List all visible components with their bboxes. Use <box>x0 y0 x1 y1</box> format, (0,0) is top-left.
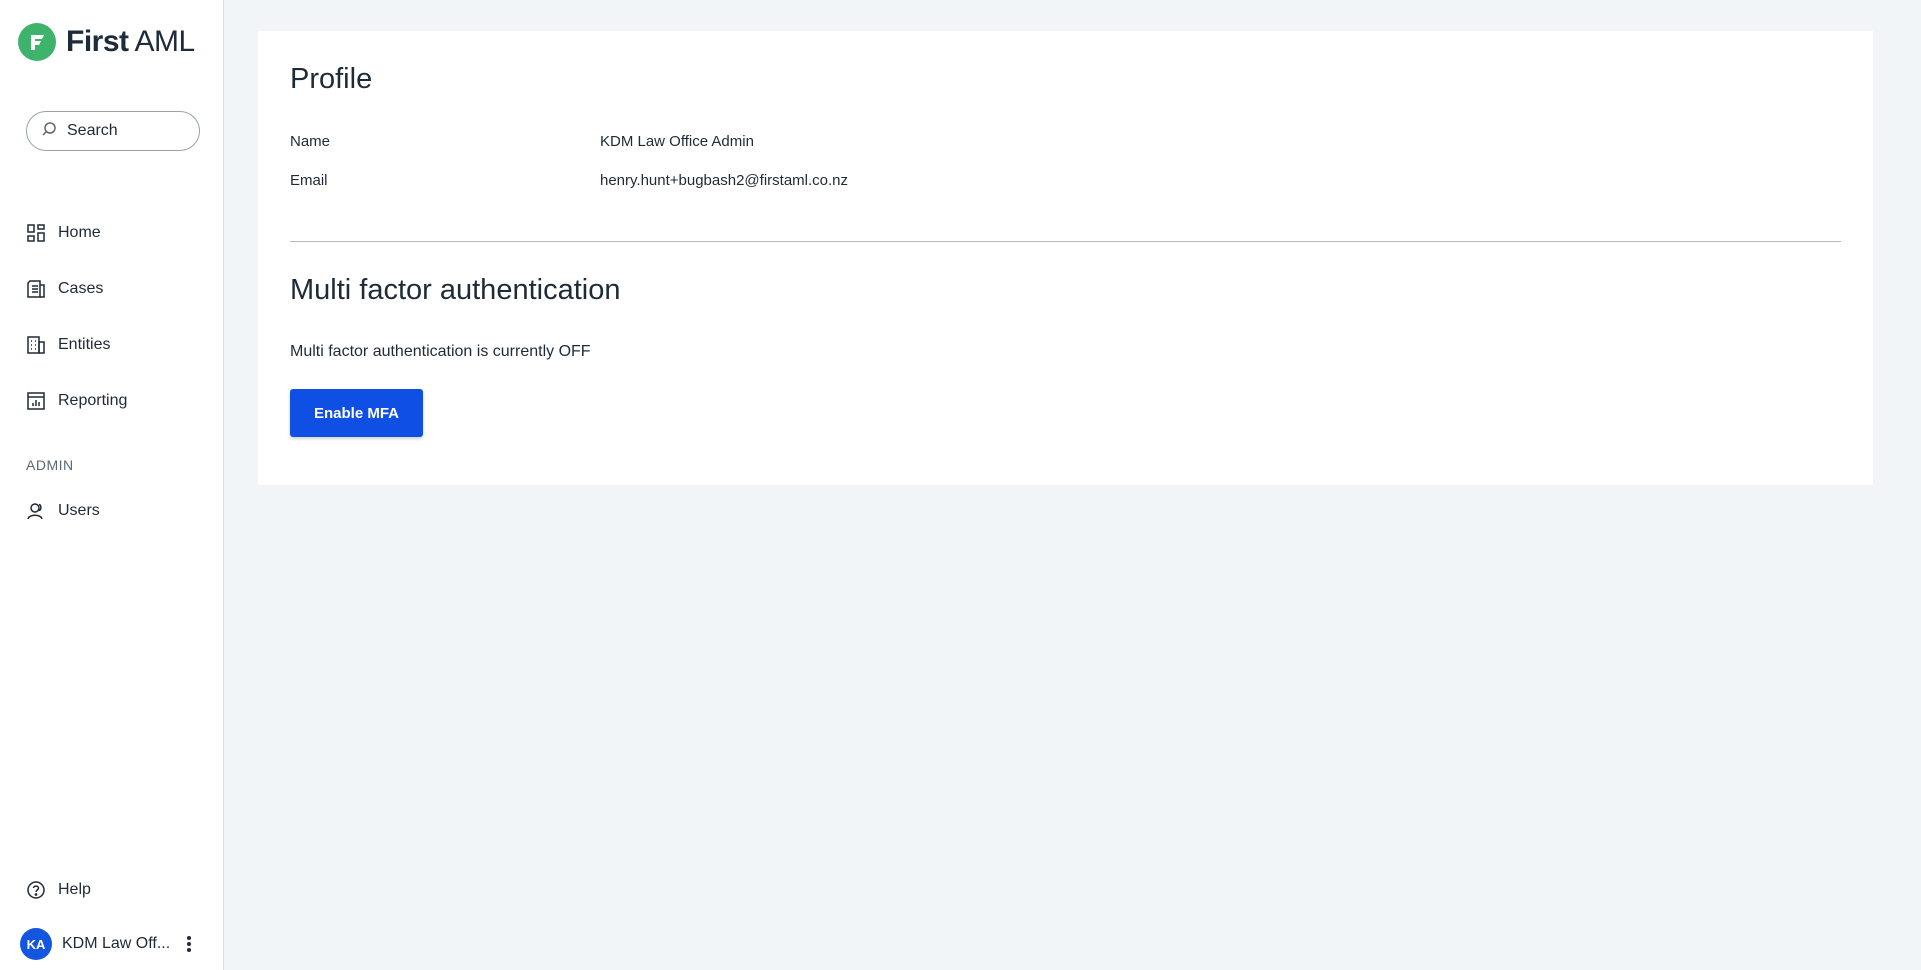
nav-item-home[interactable]: Home <box>26 223 101 243</box>
current-user[interactable]: KA KDM Law Off... <box>20 928 196 960</box>
brand-name-bold: First <box>66 25 129 58</box>
email-label: Email <box>290 172 328 189</box>
bar-chart-icon <box>26 391 46 411</box>
enable-mfa-button[interactable]: Enable MFA <box>290 389 423 437</box>
nav-item-cases[interactable]: Cases <box>26 279 103 299</box>
user-icon <box>26 501 46 521</box>
sidebar: FirstAML Home Cases <box>0 0 224 970</box>
building-icon <box>26 335 46 355</box>
name-label: Name <box>290 133 331 150</box>
nav-item-entities[interactable]: Entities <box>26 335 110 355</box>
profile-card: Profile Name KDM Law Office Admin Email … <box>258 31 1873 485</box>
search-input[interactable] <box>65 121 189 141</box>
search-icon <box>41 121 57 142</box>
nav-item-users[interactable]: Users <box>26 501 100 521</box>
first-aml-logo-icon <box>18 23 56 61</box>
profile-title: Profile <box>290 63 373 95</box>
document-list-icon <box>26 279 46 299</box>
brand-name-light: AML <box>134 25 196 58</box>
mfa-status-text: Multi factor authentication is currently… <box>290 343 591 360</box>
nav-item-label: Reporting <box>58 392 128 409</box>
search-box[interactable] <box>26 111 200 151</box>
nav-item-label: Cases <box>58 280 104 297</box>
nav-item-help[interactable]: Help <box>26 880 91 900</box>
dashboard-icon <box>26 223 46 243</box>
brand-name: First AML <box>66 25 195 59</box>
nav-item-reporting[interactable]: Reporting <box>26 391 127 411</box>
email-value: henry.hunt+bugbash2@firstaml.co.nz <box>600 172 849 189</box>
nav-item-label: Home <box>58 224 101 241</box>
more-options-icon[interactable] <box>182 932 196 956</box>
help-label: Help <box>58 881 91 898</box>
name-value: KDM Law Office Admin <box>600 133 754 150</box>
nav-item-label: Users <box>58 502 100 519</box>
user-name: KDM Law Off... <box>62 935 171 952</box>
mfa-title: Multi factor authentication <box>290 274 621 306</box>
section-divider <box>290 241 1841 242</box>
admin-section-label: ADMIN <box>26 457 74 473</box>
brand-logo[interactable]: First AML <box>18 23 195 61</box>
help-icon <box>26 880 46 900</box>
nav-item-label: Entities <box>58 336 111 353</box>
avatar: KA <box>20 928 52 960</box>
